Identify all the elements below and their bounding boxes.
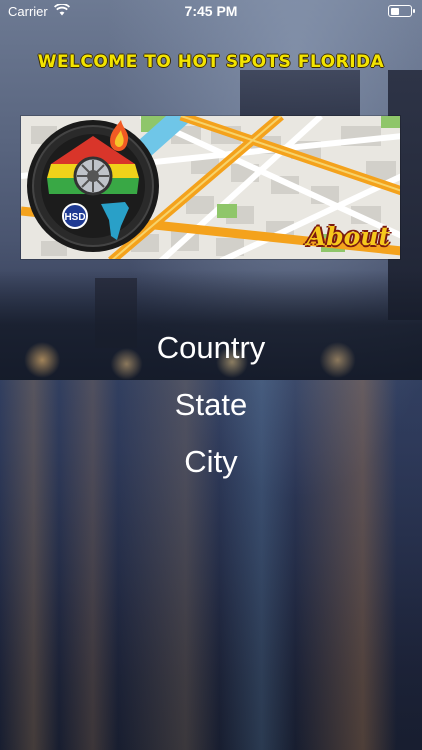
wifi-icon [53, 2, 70, 19]
welcome-title: WELCOME TO HOT SPOTS FLORIDA [37, 52, 385, 72]
status-bar: Carrier 7:45 PM [0, 0, 422, 22]
hsd-logo: HSD [27, 120, 159, 252]
menu-item-country[interactable]: Country [0, 330, 422, 366]
carrier-label: Carrier [8, 3, 48, 19]
battery-icon [388, 5, 415, 17]
background-building [240, 70, 360, 120]
about-button[interactable]: About [307, 222, 390, 251]
menu-item-city[interactable]: City [0, 444, 422, 480]
status-left: Carrier [8, 2, 70, 19]
menu-item-state[interactable]: State [0, 387, 422, 423]
about-banner[interactable]: HSD About [20, 115, 401, 260]
hsd-logo-text: HSD [64, 212, 85, 223]
background-water-reflection [0, 380, 422, 750]
